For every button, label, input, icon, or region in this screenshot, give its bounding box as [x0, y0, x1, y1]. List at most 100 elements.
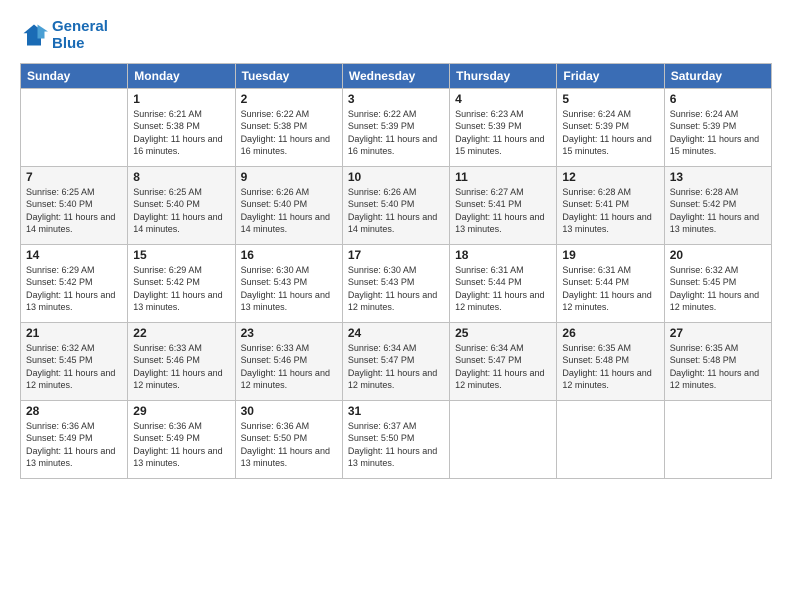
logo-icon — [20, 21, 48, 49]
calendar-cell: 29 Sunrise: 6:36 AMSunset: 5:49 PMDayligh… — [128, 400, 235, 478]
calendar-cell: 22 Sunrise: 6:33 AMSunset: 5:46 PMDayligh… — [128, 322, 235, 400]
cell-info: Sunrise: 6:36 AMSunset: 5:50 PMDaylight:… — [241, 420, 337, 470]
calendar-header-thursday: Thursday — [450, 63, 557, 88]
cell-day-number: 29 — [133, 404, 229, 418]
cell-day-number: 4 — [455, 92, 551, 106]
cell-info: Sunrise: 6:26 AMSunset: 5:40 PMDaylight:… — [348, 186, 444, 236]
calendar-header-wednesday: Wednesday — [342, 63, 449, 88]
calendar-header-row: SundayMondayTuesdayWednesdayThursdayFrid… — [21, 63, 772, 88]
calendar-header-saturday: Saturday — [664, 63, 771, 88]
cell-day-number: 5 — [562, 92, 658, 106]
cell-day-number: 8 — [133, 170, 229, 184]
logo-text: GeneralBlue — [52, 18, 108, 53]
calendar-cell: 31 Sunrise: 6:37 AMSunset: 5:50 PMDayligh… — [342, 400, 449, 478]
calendar-cell: 12Sunrise: 6:28 AMSunset: 5:41 PMDayligh… — [557, 166, 664, 244]
cell-info: Sunrise: 6:37 AMSunset: 5:50 PMDaylight:… — [348, 420, 444, 470]
calendar-week-row: 1 Sunrise: 6:21 AMSunset: 5:38 PMDaylight… — [21, 88, 772, 166]
cell-info: Sunrise: 6:34 AMSunset: 5:47 PMDaylight:… — [455, 342, 551, 392]
cell-info: Sunrise: 6:29 AMSunset: 5:42 PMDaylight:… — [26, 264, 122, 314]
calendar-cell: 27 Sunrise: 6:35 AMSunset: 5:48 PMDayligh… — [664, 322, 771, 400]
calendar-cell: 25 Sunrise: 6:34 AMSunset: 5:47 PMDayligh… — [450, 322, 557, 400]
cell-day-number: 27 — [670, 326, 766, 340]
calendar-week-row: 14 Sunrise: 6:29 AMSunset: 5:42 PMDayligh… — [21, 244, 772, 322]
cell-day-number: 2 — [241, 92, 337, 106]
calendar-cell: 3 Sunrise: 6:22 AMSunset: 5:39 PMDaylight… — [342, 88, 449, 166]
calendar-cell — [450, 400, 557, 478]
cell-info: Sunrise: 6:25 AMSunset: 5:40 PMDaylight:… — [133, 186, 229, 236]
calendar-cell: 2 Sunrise: 6:22 AMSunset: 5:38 PMDaylight… — [235, 88, 342, 166]
calendar-cell: 9 Sunrise: 6:26 AMSunset: 5:40 PMDaylight… — [235, 166, 342, 244]
calendar-cell: 11 Sunrise: 6:27 AMSunset: 5:41 PMDayligh… — [450, 166, 557, 244]
cell-info: Sunrise: 6:31 AMSunset: 5:44 PMDaylight:… — [455, 264, 551, 314]
cell-day-number: 22 — [133, 326, 229, 340]
cell-day-number: 16 — [241, 248, 337, 262]
cell-info: Sunrise: 6:36 AMSunset: 5:49 PMDaylight:… — [26, 420, 122, 470]
calendar-header-sunday: Sunday — [21, 63, 128, 88]
cell-info: Sunrise: 6:27 AMSunset: 5:41 PMDaylight:… — [455, 186, 551, 236]
cell-info: Sunrise: 6:21 AMSunset: 5:38 PMDaylight:… — [133, 108, 229, 158]
cell-day-number: 3 — [348, 92, 444, 106]
cell-info: Sunrise: 6:30 AMSunset: 5:43 PMDaylight:… — [241, 264, 337, 314]
cell-info: Sunrise: 6:33 AMSunset: 5:46 PMDaylight:… — [133, 342, 229, 392]
cell-info: Sunrise: 6:35 AMSunset: 5:48 PMDaylight:… — [562, 342, 658, 392]
calendar-cell — [557, 400, 664, 478]
calendar-header-friday: Friday — [557, 63, 664, 88]
calendar-cell: 26Sunrise: 6:35 AMSunset: 5:48 PMDayligh… — [557, 322, 664, 400]
cell-info: Sunrise: 6:26 AMSunset: 5:40 PMDaylight:… — [241, 186, 337, 236]
cell-info: Sunrise: 6:32 AMSunset: 5:45 PMDaylight:… — [670, 264, 766, 314]
cell-info: Sunrise: 6:30 AMSunset: 5:43 PMDaylight:… — [348, 264, 444, 314]
cell-info: Sunrise: 6:24 AMSunset: 5:39 PMDaylight:… — [670, 108, 766, 158]
cell-day-number: 9 — [241, 170, 337, 184]
calendar-cell: 1 Sunrise: 6:21 AMSunset: 5:38 PMDaylight… — [128, 88, 235, 166]
cell-info: Sunrise: 6:31 AMSunset: 5:44 PMDaylight:… — [562, 264, 658, 314]
calendar-cell: 6 Sunrise: 6:24 AMSunset: 5:39 PMDaylight… — [664, 88, 771, 166]
calendar-cell: 7 Sunrise: 6:25 AMSunset: 5:40 PMDaylight… — [21, 166, 128, 244]
cell-day-number: 24 — [348, 326, 444, 340]
cell-info: Sunrise: 6:34 AMSunset: 5:47 PMDaylight:… — [348, 342, 444, 392]
cell-info: Sunrise: 6:22 AMSunset: 5:39 PMDaylight:… — [348, 108, 444, 158]
cell-info: Sunrise: 6:22 AMSunset: 5:38 PMDaylight:… — [241, 108, 337, 158]
calendar-cell: 20 Sunrise: 6:32 AMSunset: 5:45 PMDayligh… — [664, 244, 771, 322]
calendar-cell: 13Sunrise: 6:28 AMSunset: 5:42 PMDayligh… — [664, 166, 771, 244]
header: GeneralBlue — [20, 18, 772, 53]
calendar-cell: 23Sunrise: 6:33 AMSunset: 5:46 PMDayligh… — [235, 322, 342, 400]
calendar-cell: 14 Sunrise: 6:29 AMSunset: 5:42 PMDayligh… — [21, 244, 128, 322]
cell-day-number: 6 — [670, 92, 766, 106]
cell-day-number: 7 — [26, 170, 122, 184]
calendar-cell: 10 Sunrise: 6:26 AMSunset: 5:40 PMDayligh… — [342, 166, 449, 244]
cell-day-number: 13 — [670, 170, 766, 184]
cell-info: Sunrise: 6:29 AMSunset: 5:42 PMDaylight:… — [133, 264, 229, 314]
cell-info: Sunrise: 6:25 AMSunset: 5:40 PMDaylight:… — [26, 186, 122, 236]
calendar-header-monday: Monday — [128, 63, 235, 88]
calendar-week-row: 21Sunrise: 6:32 AMSunset: 5:45 PMDayligh… — [21, 322, 772, 400]
cell-info: Sunrise: 6:36 AMSunset: 5:49 PMDaylight:… — [133, 420, 229, 470]
cell-day-number: 31 — [348, 404, 444, 418]
cell-info: Sunrise: 6:35 AMSunset: 5:48 PMDaylight:… — [670, 342, 766, 392]
cell-day-number: 30 — [241, 404, 337, 418]
calendar-week-row: 28 Sunrise: 6:36 AMSunset: 5:49 PMDayligh… — [21, 400, 772, 478]
cell-info: Sunrise: 6:33 AMSunset: 5:46 PMDaylight:… — [241, 342, 337, 392]
cell-info: Sunrise: 6:23 AMSunset: 5:39 PMDaylight:… — [455, 108, 551, 158]
calendar-week-row: 7 Sunrise: 6:25 AMSunset: 5:40 PMDaylight… — [21, 166, 772, 244]
calendar-cell: 30 Sunrise: 6:36 AMSunset: 5:50 PMDayligh… — [235, 400, 342, 478]
calendar-cell: 4 Sunrise: 6:23 AMSunset: 5:39 PMDaylight… — [450, 88, 557, 166]
cell-day-number: 11 — [455, 170, 551, 184]
calendar-cell: 5 Sunrise: 6:24 AMSunset: 5:39 PMDaylight… — [557, 88, 664, 166]
cell-day-number: 18 — [455, 248, 551, 262]
calendar-cell — [21, 88, 128, 166]
calendar-cell: 17 Sunrise: 6:30 AMSunset: 5:43 PMDayligh… — [342, 244, 449, 322]
cell-day-number: 17 — [348, 248, 444, 262]
cell-day-number: 10 — [348, 170, 444, 184]
calendar-cell: 15 Sunrise: 6:29 AMSunset: 5:42 PMDayligh… — [128, 244, 235, 322]
cell-day-number: 1 — [133, 92, 229, 106]
cell-day-number: 15 — [133, 248, 229, 262]
cell-day-number: 14 — [26, 248, 122, 262]
cell-day-number: 28 — [26, 404, 122, 418]
page: GeneralBlue SundayMondayTuesdayWednesday… — [0, 0, 792, 612]
cell-info: Sunrise: 6:24 AMSunset: 5:39 PMDaylight:… — [562, 108, 658, 158]
cell-day-number: 21 — [26, 326, 122, 340]
calendar-cell: 8 Sunrise: 6:25 AMSunset: 5:40 PMDaylight… — [128, 166, 235, 244]
calendar-cell: 16 Sunrise: 6:30 AMSunset: 5:43 PMDayligh… — [235, 244, 342, 322]
cell-day-number: 20 — [670, 248, 766, 262]
cell-day-number: 25 — [455, 326, 551, 340]
